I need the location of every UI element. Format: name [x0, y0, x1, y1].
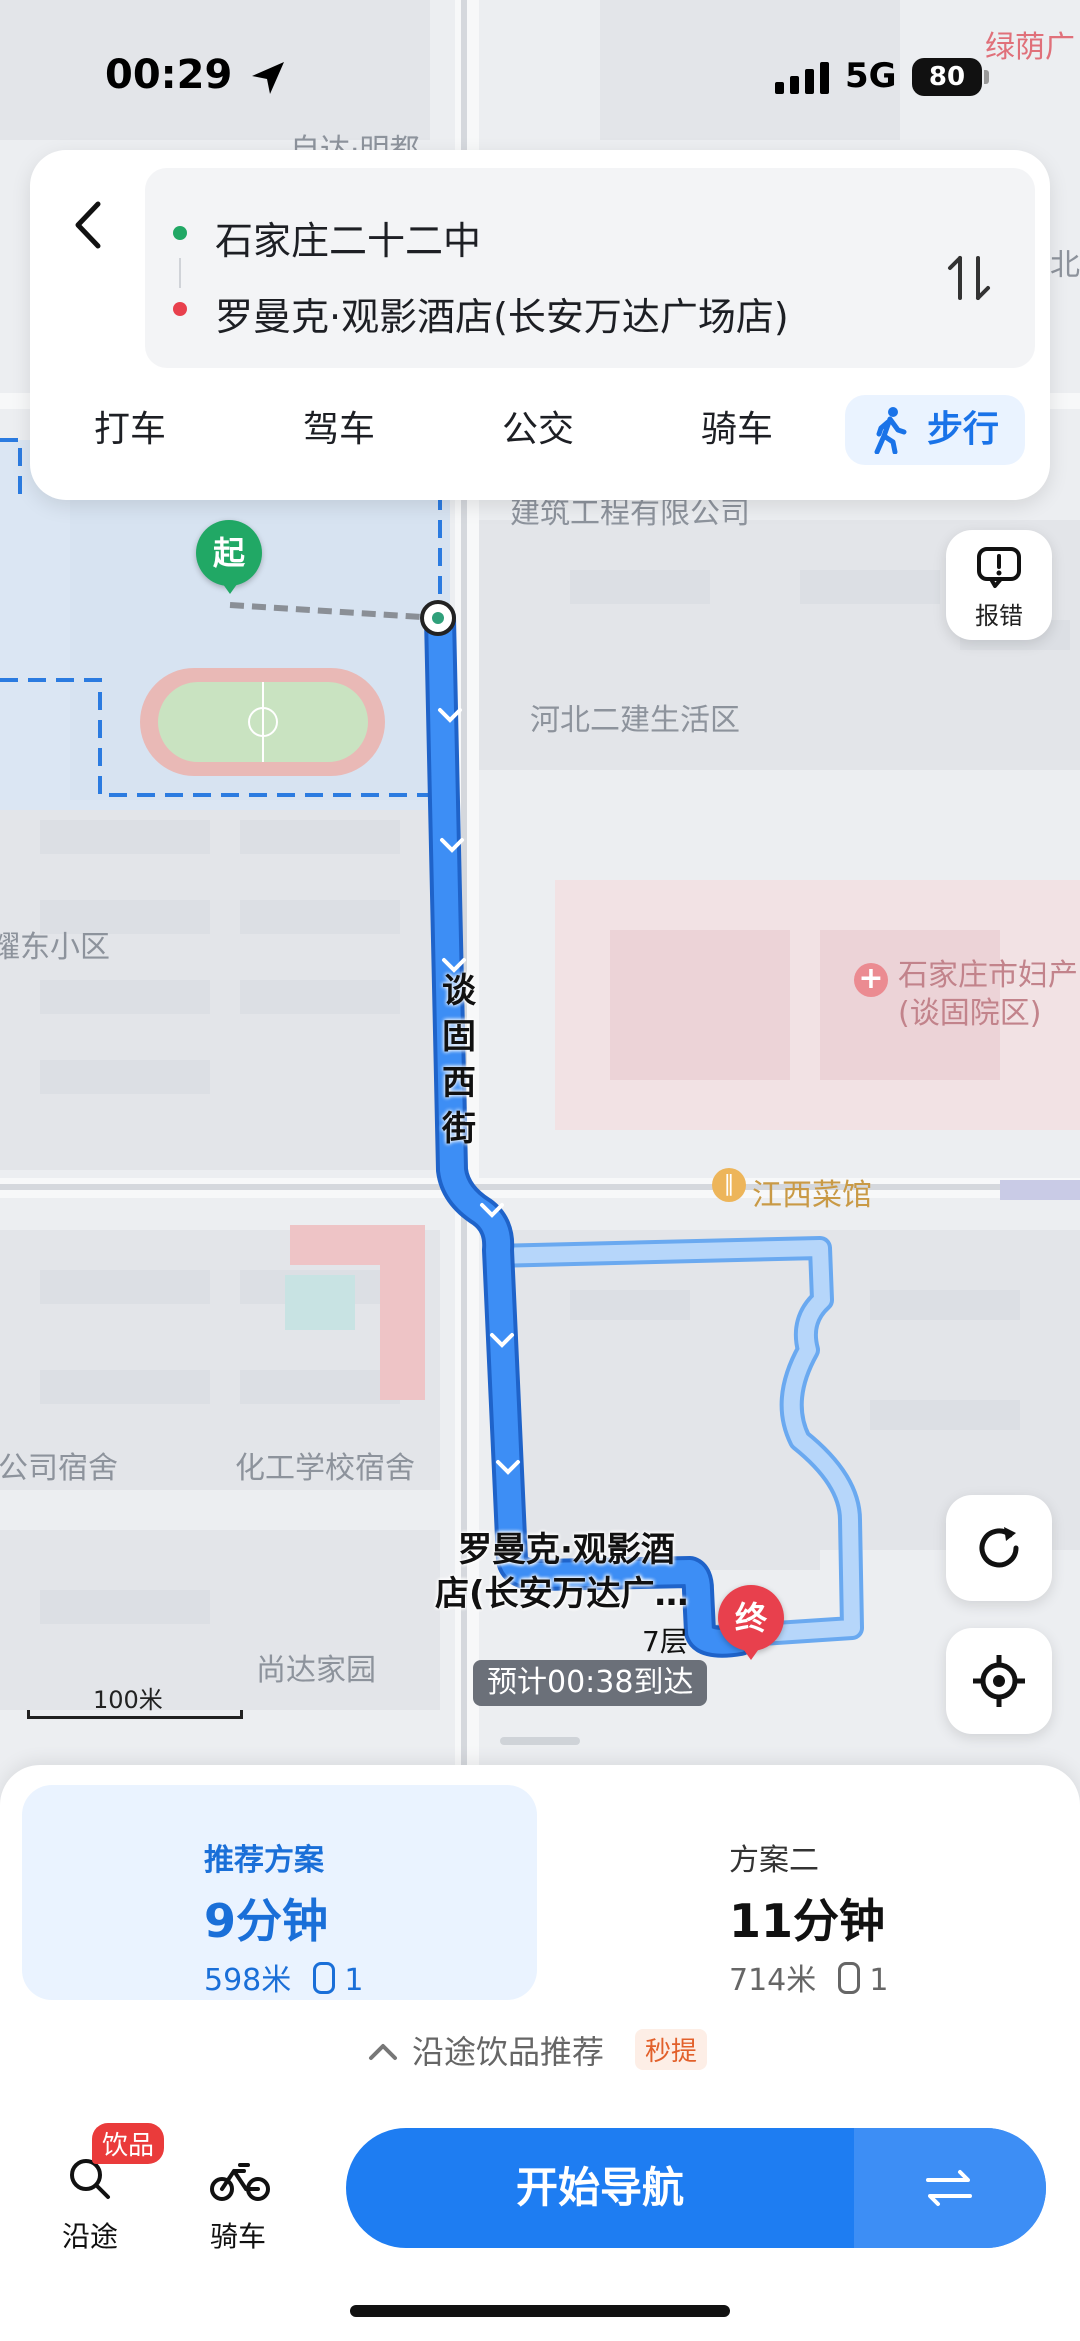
- street-char: 街: [442, 1109, 476, 1149]
- map-label-hospital-branch: (谈固院区): [898, 996, 1042, 1031]
- plan-title: 推荐方案: [204, 1843, 324, 1878]
- drink-recommend-label: 沿途饮品推荐: [412, 2033, 605, 2071]
- report-icon: [977, 547, 1021, 588]
- switch-arrows-icon: [926, 2170, 972, 2206]
- bottom-sheet: 推荐方案 9分钟 598米 1 方案二 11分钟 714米 1 沿途饮品推荐 秒…: [0, 1737, 1080, 2341]
- plan-alternative[interactable]: 方案二 11分钟 714米 1: [545, 1785, 1060, 2000]
- origin-field[interactable]: 石家庄二十二中: [215, 210, 481, 265]
- traffic-light-icon: [837, 1962, 860, 1994]
- plan-title: 方案二: [729, 1843, 819, 1878]
- tab-drive[interactable]: 驾车: [264, 395, 414, 465]
- hospital-icon: +: [854, 963, 888, 997]
- swap-endpoints-icon[interactable]: [940, 248, 1000, 308]
- tab-taxi[interactable]: 打车: [55, 395, 205, 465]
- travel-mode-tabs: 打车 驾车 公交 骑车 步行: [30, 380, 1050, 480]
- signal-icon: [775, 62, 829, 94]
- along-badge: 饮品: [92, 2123, 165, 2164]
- location-arrow-icon: [252, 62, 284, 94]
- refresh-icon: [979, 1527, 1019, 1568]
- map-label-shangda: 尚达家园: [256, 1653, 376, 1688]
- locate-icon: [973, 1655, 1025, 1707]
- bike-icon: [210, 2163, 270, 2201]
- start-navigation-label: 开始导航: [515, 2163, 684, 2212]
- end-marker-label: 终: [734, 1599, 767, 1637]
- map-label-chem-school: 化工学校宿舍: [235, 1451, 415, 1486]
- chevron-up-icon: [369, 2044, 397, 2060]
- plan-duration: 11分钟: [729, 1894, 886, 1948]
- battery-tip: [984, 70, 989, 84]
- eta-text: 预计00:38到达: [487, 1665, 694, 1700]
- switch-route-button[interactable]: [854, 2128, 1046, 2248]
- plan-duration: 9分钟: [204, 1894, 329, 1948]
- bike-label: 骑车: [210, 2220, 267, 2253]
- along-route-button[interactable]: 沿途 饮品: [52, 2123, 165, 2255]
- tab-bike[interactable]: 骑车: [662, 395, 812, 465]
- street-char: 西: [442, 1063, 476, 1103]
- restaurant-icon: ∥: [712, 1168, 746, 1202]
- plan-lights: 1: [869, 1963, 889, 1998]
- sheet-handle[interactable]: [500, 1737, 580, 1745]
- map-label-company-dorm: 公司宿舍: [0, 1451, 118, 1486]
- endpoints-divider: [179, 258, 181, 288]
- bike-button[interactable]: 骑车: [200, 2145, 280, 2255]
- tab-transit[interactable]: 公交: [463, 395, 613, 465]
- walk-icon: [874, 407, 907, 454]
- battery-indicator: 80: [912, 58, 982, 96]
- along-label: 沿途: [62, 2220, 119, 2253]
- plan-distance: 714米: [729, 1963, 817, 1998]
- drink-recommend-row[interactable]: 沿途饮品推荐 秒提: [0, 2015, 1080, 2075]
- network-type: 5G: [845, 56, 897, 96]
- plan-meta: 598米 1: [204, 1955, 363, 1999]
- back-icon[interactable]: [60, 190, 120, 260]
- tab-walk[interactable]: 步行: [845, 395, 1025, 465]
- destination-label-line2: 店(长安万达广…: [435, 1574, 689, 1614]
- plan-distance: 598米: [204, 1963, 292, 1998]
- destination-dot-icon: [173, 302, 187, 316]
- locate-button[interactable]: [946, 1628, 1052, 1734]
- start-marker[interactable]: 起: [196, 520, 262, 586]
- street-char: 固: [442, 1017, 476, 1057]
- destination-label: 罗曼克·观影酒 店(长安万达广…: [435, 1528, 689, 1616]
- refresh-button[interactable]: [946, 1495, 1052, 1601]
- start-marker-label: 起: [212, 534, 245, 572]
- street-name: 谈 固 西 街: [436, 968, 482, 1152]
- plan-lights: 1: [344, 1963, 364, 1998]
- map-label-north-partial: 北: [1050, 248, 1080, 283]
- scale-bar: [27, 1710, 243, 1719]
- report-button[interactable]: 报错: [946, 530, 1052, 640]
- route-endpoints: 石家庄二十二中 罗曼克·观影酒店(长安万达广场店): [145, 168, 1035, 368]
- destination-label-line1: 罗曼克·观影酒: [458, 1530, 675, 1570]
- floor-label: 7层: [642, 1625, 688, 1658]
- status-time: 00:29: [105, 52, 233, 98]
- street-char: 谈: [442, 971, 476, 1011]
- plan-meta: 714米 1: [729, 1955, 888, 1999]
- end-marker-tail: [741, 1646, 761, 1660]
- end-marker[interactable]: 终: [718, 1585, 784, 1651]
- report-label: 报错: [975, 602, 1023, 630]
- map-label-hebei-erjian: 河北二建生活区: [530, 703, 740, 738]
- traffic-light-icon: [312, 1962, 335, 1994]
- tab-walk-label: 步行: [927, 409, 1000, 450]
- eta-tag: 预计00:38到达: [473, 1660, 708, 1706]
- route-card: 石家庄二十二中 罗曼克·观影酒店(长安万达广场店) 打车 驾车 公交 骑车 步行: [30, 150, 1050, 500]
- map-label-green-partial: 绿荫广: [985, 30, 1075, 65]
- start-navigation-button[interactable]: 开始导航: [346, 2128, 1046, 2248]
- drink-badge: 秒提: [635, 2029, 708, 2070]
- plan-recommended[interactable]: 推荐方案 9分钟 598米 1: [22, 1785, 537, 2000]
- map-label-restaurant: 江西菜馆: [752, 1178, 872, 1213]
- map-label-east-community: 耀东小区: [0, 930, 110, 965]
- home-indicator: [350, 2305, 730, 2317]
- origin-dot-icon: [173, 226, 187, 240]
- destination-field[interactable]: 罗曼克·观影酒店(长安万达广场店): [215, 286, 789, 341]
- start-marker-tail: [220, 580, 240, 594]
- map-scale: 100米: [27, 1686, 243, 1719]
